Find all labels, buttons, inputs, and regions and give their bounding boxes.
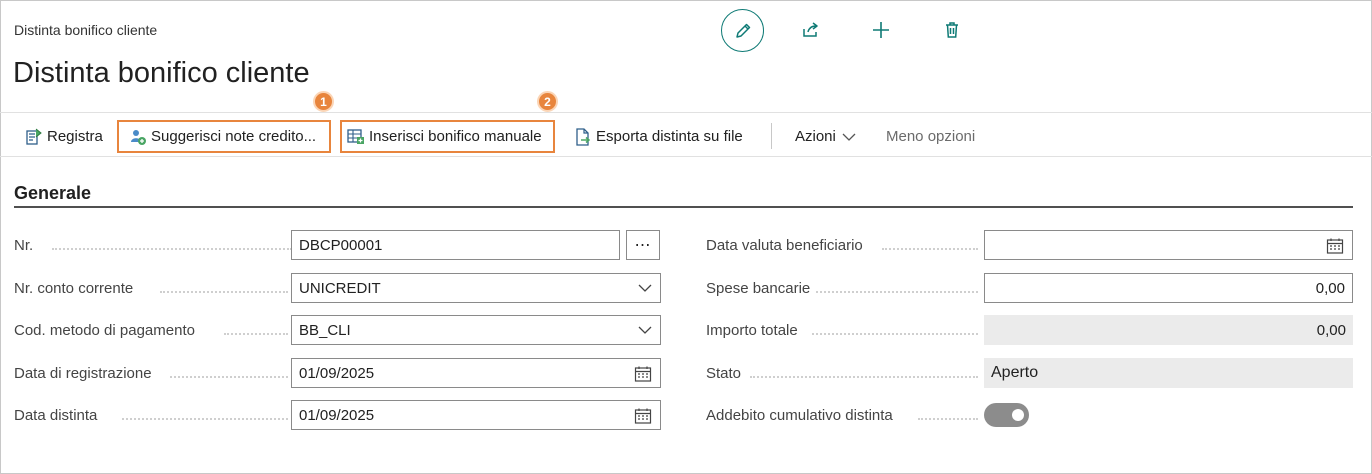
calendar-icon[interactable]: [1326, 237, 1344, 255]
label-leader: [170, 376, 288, 378]
calendar-icon[interactable]: [634, 365, 652, 383]
registra-label: Registra: [47, 128, 103, 145]
ellipsis-icon: ⋯: [634, 237, 652, 254]
nr-input[interactable]: DBCP00001: [291, 230, 620, 260]
chevron-down-icon: [842, 132, 856, 142]
calendar-icon[interactable]: [634, 407, 652, 425]
spese-bancarie-input[interactable]: 0,00: [984, 273, 1353, 303]
metodo-value: BB_CLI: [299, 321, 351, 339]
inserisci-bonifico-manuale-button[interactable]: Inserisci bonifico manuale: [340, 120, 555, 153]
esporta-distinta-button[interactable]: Esporta distinta su file: [573, 120, 743, 153]
field-label: Data distinta: [14, 406, 98, 424]
addebito-cumulativo-toggle[interactable]: [984, 403, 1029, 427]
share-button[interactable]: [798, 17, 824, 43]
callout-badge-2: 2: [537, 91, 558, 112]
data-registrazione-input[interactable]: 01/09/2025: [291, 358, 661, 388]
esporta-label: Esporta distinta su file: [596, 128, 743, 145]
new-button[interactable]: [868, 17, 894, 43]
inserisci-label: Inserisci bonifico manuale: [369, 128, 542, 145]
suggerisci-label: Suggerisci note credito...: [151, 128, 317, 145]
field-label: Data valuta beneficiario: [706, 236, 863, 254]
azioni-label: Azioni: [795, 128, 836, 145]
label-leader: [816, 291, 978, 293]
action-divider: [771, 123, 772, 149]
registra-button[interactable]: Registra: [24, 120, 103, 153]
label-leader: [52, 248, 292, 250]
stato-value: Aperto: [984, 358, 1353, 388]
azioni-menu[interactable]: Azioni: [795, 120, 856, 153]
label-leader: [918, 418, 978, 420]
label-leader: [224, 333, 288, 335]
data-distinta-input[interactable]: 01/09/2025: [291, 400, 661, 430]
page-title: Distinta bonifico cliente: [13, 57, 310, 89]
field-row-nr: Nr. DBCP00001 ⋯: [14, 230, 674, 260]
field-label: Cod. metodo di pagamento: [14, 321, 195, 339]
field-row-data-distinta: Data distinta 01/09/2025: [14, 400, 674, 430]
field-row-conto: Nr. conto corrente UNICREDIT: [14, 273, 674, 303]
section-title-generale: Generale: [14, 183, 92, 203]
suggest-icon: [128, 127, 148, 147]
post-icon: [24, 127, 44, 147]
field-label: Stato: [706, 364, 742, 382]
field-row-data-valuta: Data valuta beneficiario: [706, 230, 1354, 260]
data-valuta-input[interactable]: [984, 230, 1353, 260]
field-row-stato: Stato Aperto: [706, 358, 1354, 388]
breadcrumb: Distinta bonifico cliente: [14, 22, 158, 38]
field-label: Nr. conto corrente: [14, 279, 134, 297]
toggle-knob: [1012, 409, 1024, 421]
conto-select[interactable]: UNICREDIT: [291, 273, 661, 303]
field-label: Data di registrazione: [14, 364, 152, 382]
meno-opzioni-button[interactable]: Meno opzioni: [886, 120, 975, 153]
label-leader: [882, 248, 978, 250]
field-label: Importo totale: [706, 321, 798, 339]
importo-totale-value: 0,00: [984, 315, 1353, 345]
field-label: Addebito cumulativo distinta: [706, 406, 893, 424]
label-leader: [122, 418, 288, 420]
field-row-data-registrazione: Data di registrazione 01/09/2025: [14, 358, 674, 388]
metodo-pagamento-select[interactable]: BB_CLI: [291, 315, 661, 345]
field-row-spese: Spese bancarie 0,00: [706, 273, 1354, 303]
chevron-down-icon: [638, 326, 652, 335]
delete-button[interactable]: [939, 17, 965, 43]
plus-icon: [871, 20, 891, 40]
label-leader: [160, 291, 288, 293]
share-icon: [801, 20, 821, 40]
meno-opzioni-label: Meno opzioni: [886, 128, 976, 145]
assist-edit-button[interactable]: ⋯: [626, 230, 660, 260]
pencil-icon: [733, 21, 753, 41]
table-add-icon: [346, 127, 366, 147]
conto-value: UNICREDIT: [299, 279, 381, 297]
edit-button[interactable]: [721, 9, 764, 52]
section-underline: [14, 206, 1353, 208]
label-leader: [750, 376, 978, 378]
action-bar: Registra Suggerisci note credito... Inse…: [0, 112, 1372, 157]
field-row-importo: Importo totale 0,00: [706, 315, 1354, 345]
field-row-addebito: Addebito cumulativo distinta: [706, 400, 1354, 430]
callout-badge-1: 1: [313, 91, 334, 112]
suggerisci-note-credito-button[interactable]: Suggerisci note credito...: [117, 120, 331, 153]
field-label: Spese bancarie: [706, 279, 811, 297]
label-leader: [812, 333, 978, 335]
data-registrazione-value: 01/09/2025: [299, 364, 375, 382]
trash-icon: [942, 20, 962, 40]
chevron-down-icon: [638, 284, 652, 293]
field-row-metodo: Cod. metodo di pagamento BB_CLI: [14, 315, 674, 345]
field-label: Nr.: [14, 236, 34, 254]
data-distinta-value: 01/09/2025: [299, 406, 375, 424]
export-file-icon: [573, 127, 593, 147]
